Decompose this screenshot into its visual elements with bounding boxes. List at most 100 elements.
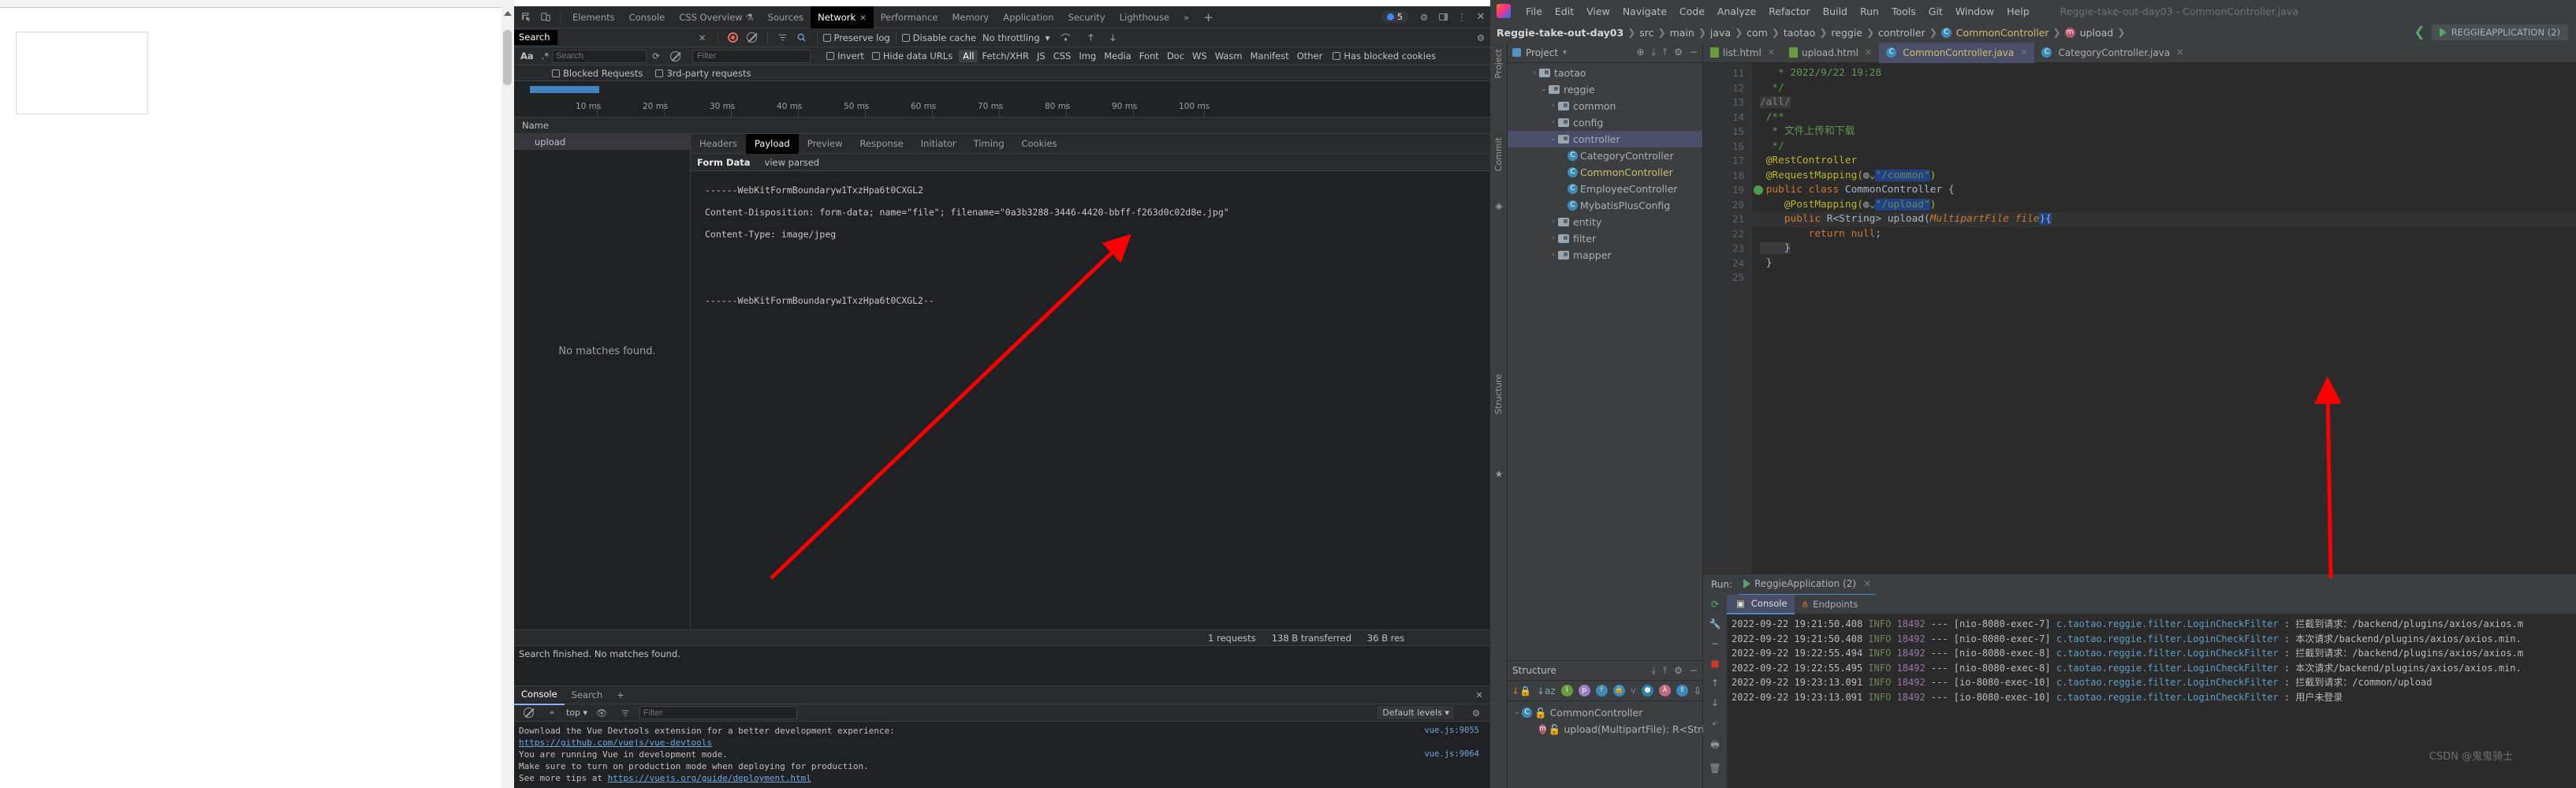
close-drawer-icon[interactable]: ✕ — [1468, 686, 1490, 704]
chevron-right-icon[interactable]: › — [1549, 247, 1558, 263]
breadcrumb-controller[interactable]: controller — [1878, 27, 1925, 39]
console-eye-icon[interactable]: 👁 — [592, 704, 611, 723]
menu-code[interactable]: Code — [1674, 4, 1710, 19]
scroll-to-source-icon[interactable]: ⇩ — [1694, 685, 1702, 697]
structure-node-method[interactable]: m 🔓 upload(MultipartFile): R<String> — [1508, 721, 1725, 738]
chevron-left-icon[interactable]: ❮ — [2414, 24, 2425, 40]
view-parsed-link[interactable]: view parsed — [765, 157, 820, 168]
drawer-tab-console[interactable]: Console — [514, 685, 565, 705]
expand-all-icon[interactable]: ⤓ — [1652, 47, 1656, 58]
inspect-element-icon[interactable] — [517, 8, 536, 27]
sort-by-visibility-icon[interactable]: ↓🔒 — [1512, 685, 1531, 697]
disable-cache-checkbox[interactable]: Disable cache — [901, 32, 976, 43]
regex-icon[interactable]: .* — [542, 50, 549, 62]
chevron-right-icon[interactable]: › — [1549, 98, 1558, 114]
show-inherited-icon[interactable]: I — [1560, 685, 1573, 697]
match-case-icon[interactable]: Aa — [520, 50, 534, 62]
gear-icon[interactable]: ⚙ — [1415, 8, 1433, 27]
dock-side-icon[interactable] — [1433, 8, 1452, 27]
filter-type-css[interactable]: CSS — [1049, 50, 1076, 62]
close-icon[interactable]: ✕ — [1865, 47, 1872, 58]
tree-node-entity[interactable]: › entity — [1508, 214, 1702, 230]
filter-type-manifest[interactable]: Manifest — [1247, 50, 1293, 62]
refresh-icon[interactable]: ⟳ — [647, 47, 665, 65]
structure-panel-title[interactable]: Structure — [1512, 665, 1556, 676]
show-lambdas-icon[interactable]: λ — [1658, 685, 1671, 697]
filter-type-all[interactable]: All — [959, 50, 979, 62]
detail-tab-preview[interactable]: Preview — [799, 134, 852, 154]
gear-icon[interactable]: ⚙ — [1674, 665, 1683, 677]
invert-checkbox[interactable]: Invert — [826, 50, 864, 62]
issues-badge[interactable]: 5 — [1381, 11, 1408, 23]
filter-type-ws[interactable]: WS — [1188, 50, 1211, 62]
breadcrumb-java[interactable]: java — [1710, 27, 1731, 39]
run-configuration-selector[interactable]: REGGIEAPPLICATION (2) — [2431, 24, 2568, 40]
detail-tab-headers[interactable]: Headers — [691, 134, 746, 154]
tree-node-commoncontroller[interactable]: C CommonController — [1508, 164, 1702, 181]
column-header-name[interactable]: Name — [514, 120, 549, 131]
print-icon[interactable]: 🖶 — [1710, 738, 1719, 754]
scroll-up-arrow-icon[interactable] — [504, 11, 512, 16]
show-properties-icon[interactable]: p — [1578, 685, 1590, 697]
menu-help[interactable]: Help — [2001, 4, 2035, 19]
console-filter-input[interactable] — [639, 706, 798, 719]
chevron-right-icon[interactable]: › — [1549, 114, 1558, 131]
collapse-all-icon[interactable]: ⤒ — [1663, 665, 1667, 677]
minus-icon[interactable]: − — [1711, 638, 1719, 649]
console-message-source[interactable]: vue.js:9055 — [1424, 725, 1479, 737]
filter-type-other[interactable]: Other — [1293, 50, 1327, 62]
gear-icon[interactable]: ⚙ — [1674, 47, 1683, 58]
rerun-icon[interactable]: ⟳ — [1711, 599, 1719, 610]
chevron-down-icon[interactable]: ⌄ — [1549, 131, 1558, 148]
search-icon[interactable] — [792, 28, 811, 47]
soft-wrap-icon[interactable]: ⤶ — [1713, 717, 1718, 729]
editor-tab-commoncontroller-java[interactable]: C CommonController.java ✕ — [1879, 42, 2035, 63]
breadcrumb-com[interactable]: com — [1747, 27, 1768, 39]
tool-window-project[interactable]: Project — [1493, 49, 1504, 79]
export-har-icon[interactable] — [1103, 28, 1122, 47]
device-toolbar-icon[interactable] — [536, 8, 555, 27]
chevron-down-icon[interactable]: ⌄ — [1512, 704, 1522, 721]
tree-node-mybatisplusconfig[interactable]: C MybatisPlusConfig — [1508, 197, 1702, 214]
menu-tools[interactable]: Tools — [1886, 4, 1922, 19]
tree-node-employeecontroller[interactable]: C EmployeeController — [1508, 181, 1702, 197]
tree-node-common[interactable]: › common — [1508, 98, 1702, 114]
devtools-tab-security[interactable]: Security — [1061, 6, 1113, 28]
more-options-icon[interactable]: ⋮ — [1452, 8, 1471, 27]
filter-type-doc[interactable]: Doc — [1163, 50, 1188, 62]
preserve-log-checkbox[interactable]: Preserve log — [822, 32, 890, 43]
tool-window-structure[interactable]: Structure — [1493, 374, 1504, 414]
console-context-icon[interactable]: ⌖ — [542, 704, 561, 723]
menu-git[interactable]: Git — [1923, 4, 1948, 19]
console-message-source[interactable]: vue.js:9064 — [1424, 749, 1479, 760]
expand-all-icon[interactable]: ⤓ — [1652, 665, 1656, 677]
close-icon[interactable]: ✕ — [1768, 47, 1775, 58]
devtools-tab-lighthouse[interactable]: Lighthouse — [1113, 6, 1176, 28]
menu-edit[interactable]: Edit — [1549, 4, 1579, 19]
menu-file[interactable]: File — [1520, 4, 1548, 19]
network-timeline-overview[interactable]: 10 ms 20 ms 30 ms 40 ms 50 ms 60 ms 70 m… — [514, 81, 1490, 118]
hide-icon[interactable]: − — [1690, 665, 1698, 677]
add-tab-icon[interactable]: + — [1196, 6, 1221, 28]
editor-tab-categorycontroller-java[interactable]: C CategoryController.java ✕ — [2034, 43, 2190, 63]
devtools-tab-application[interactable]: Application — [996, 6, 1061, 28]
vue-devtools-link[interactable]: https://github.com/vuejs/vue-devtools — [519, 738, 712, 748]
menu-navigate[interactable]: Navigate — [1617, 4, 1672, 19]
editor-tab-upload-html[interactable]: upload.html ✕ — [1782, 43, 1879, 63]
filter-icon[interactable] — [774, 28, 792, 47]
console-context-label[interactable]: top ▾ — [566, 708, 587, 718]
clear-icon[interactable] — [743, 28, 762, 47]
detail-tab-cookies[interactable]: Cookies — [1013, 134, 1066, 154]
clear-all-icon[interactable]: 🗑 — [1709, 763, 1720, 774]
search-input[interactable] — [552, 49, 647, 63]
scroll-down-icon[interactable]: ↓ — [1711, 697, 1719, 708]
structure-node-class[interactable]: ⌄ C 🔓 CommonController — [1508, 704, 1702, 721]
devtools-tab-memory[interactable]: Memory — [945, 6, 996, 28]
detail-tab-initiator[interactable]: Initiator — [912, 134, 965, 154]
third-party-requests-checkbox[interactable]: 3rd-party requests — [655, 68, 751, 79]
devtools-tab-sources[interactable]: Sources — [761, 6, 811, 28]
show-anonymous-icon[interactable]: ⑂ — [1631, 685, 1636, 697]
tree-node-controller[interactable]: ⌄ controller — [1508, 131, 1702, 148]
run-tab-reggieapplication[interactable]: ReggieApplication (2) ✕ — [1739, 574, 1877, 596]
filter-type-media[interactable]: Media — [1100, 50, 1135, 62]
